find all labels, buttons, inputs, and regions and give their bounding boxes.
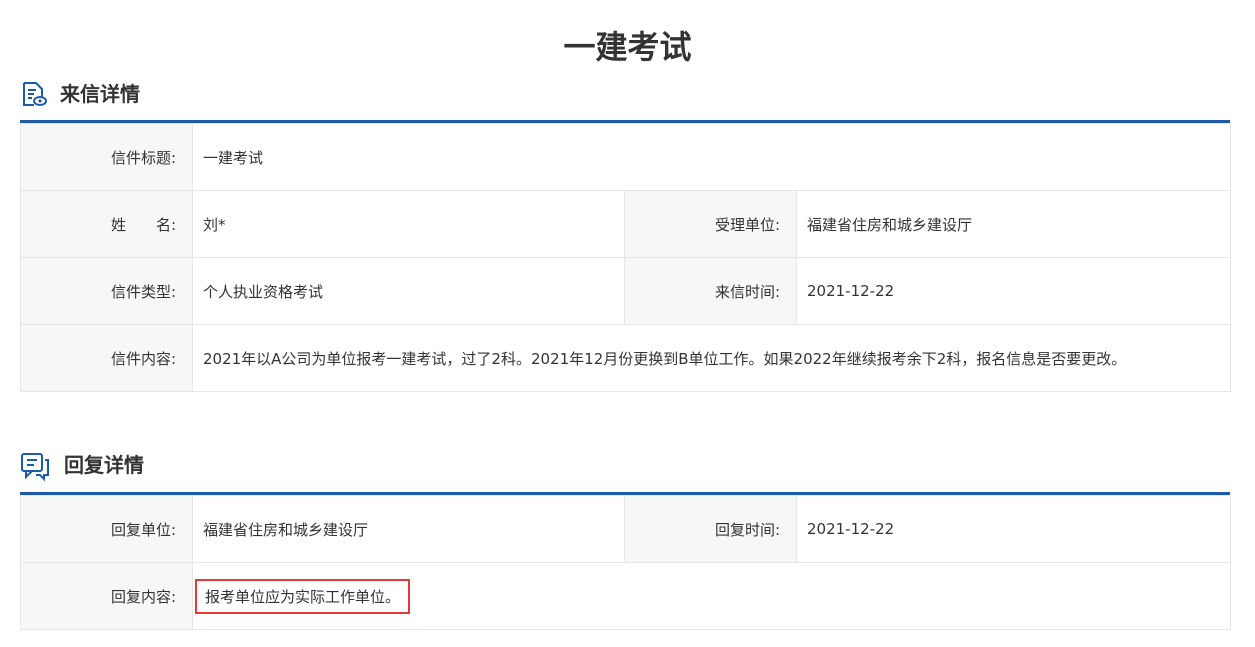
table-row: 姓 名: 刘* 受理单位: 福建省住房和城乡建设厅 (20, 190, 1232, 258)
letter-title-value: 一建考试 (191, 123, 1232, 191)
letter-time-value: 2021-12-22 (795, 257, 1232, 325)
reply-content-cell: 报考单位应为实际工作单位。 (192, 562, 1231, 630)
letter-content-label: 信件内容: (20, 324, 193, 392)
table-row: 信件类型: 个人执业资格考试 来信时间: 2021-12-22 (20, 257, 1232, 325)
chat-bubble-icon (20, 451, 49, 482)
letter-time-label: 来信时间: (624, 257, 797, 325)
type-value: 个人执业资格考试 (192, 257, 625, 325)
reply-content-label: 回复内容: (20, 562, 193, 630)
letter-title-label: 信件标题: (20, 123, 193, 191)
name-value: 刘* (192, 190, 625, 258)
table-row: 回复单位: 福建省住房和城乡建设厅 回复时间: 2021-12-22 (20, 495, 1231, 563)
letter-detail-table: 信件标题: 一建考试 姓 名: 刘* 受理单位: 福建省住房和城乡建设厅 信件类… (20, 123, 1232, 392)
name-label: 姓 名: (20, 190, 193, 258)
letter-content-value: 2021年以A公司为单位报考一建考试，过了2科。2021年12月份更换到B单位工… (191, 324, 1232, 392)
reply-unit-label: 回复单位: (20, 495, 193, 563)
reply-detail-table: 回复单位: 福建省住房和城乡建设厅 回复时间: 2021-12-22 回复内容:… (20, 495, 1231, 630)
reply-section-header: 回复详情 (20, 451, 1230, 491)
document-view-icon (20, 80, 48, 108)
table-row: 回复内容: 报考单位应为实际工作单位。 (20, 562, 1231, 630)
reply-time-label: 回复时间: (624, 495, 797, 563)
table-row: 信件标题: 一建考试 (20, 123, 1232, 191)
reply-time-value: 2021-12-22 (796, 495, 1231, 563)
type-label: 信件类型: (20, 257, 193, 325)
table-row: 信件内容: 2021年以A公司为单位报考一建考试，过了2科。2021年12月份更… (20, 324, 1232, 392)
letter-section-header: 来信详情 (20, 80, 1230, 120)
reply-unit-value: 福建省住房和城乡建设厅 (192, 495, 625, 563)
dept-value: 福建省住房和城乡建设厅 (795, 190, 1232, 258)
reply-section-title: 回复详情 (64, 453, 144, 477)
reply-content-value: 报考单位应为实际工作单位。 (195, 578, 411, 614)
dept-label: 受理单位: (624, 190, 797, 258)
page-title: 一建考试 (563, 28, 692, 66)
letter-section-title: 来信详情 (60, 82, 140, 106)
